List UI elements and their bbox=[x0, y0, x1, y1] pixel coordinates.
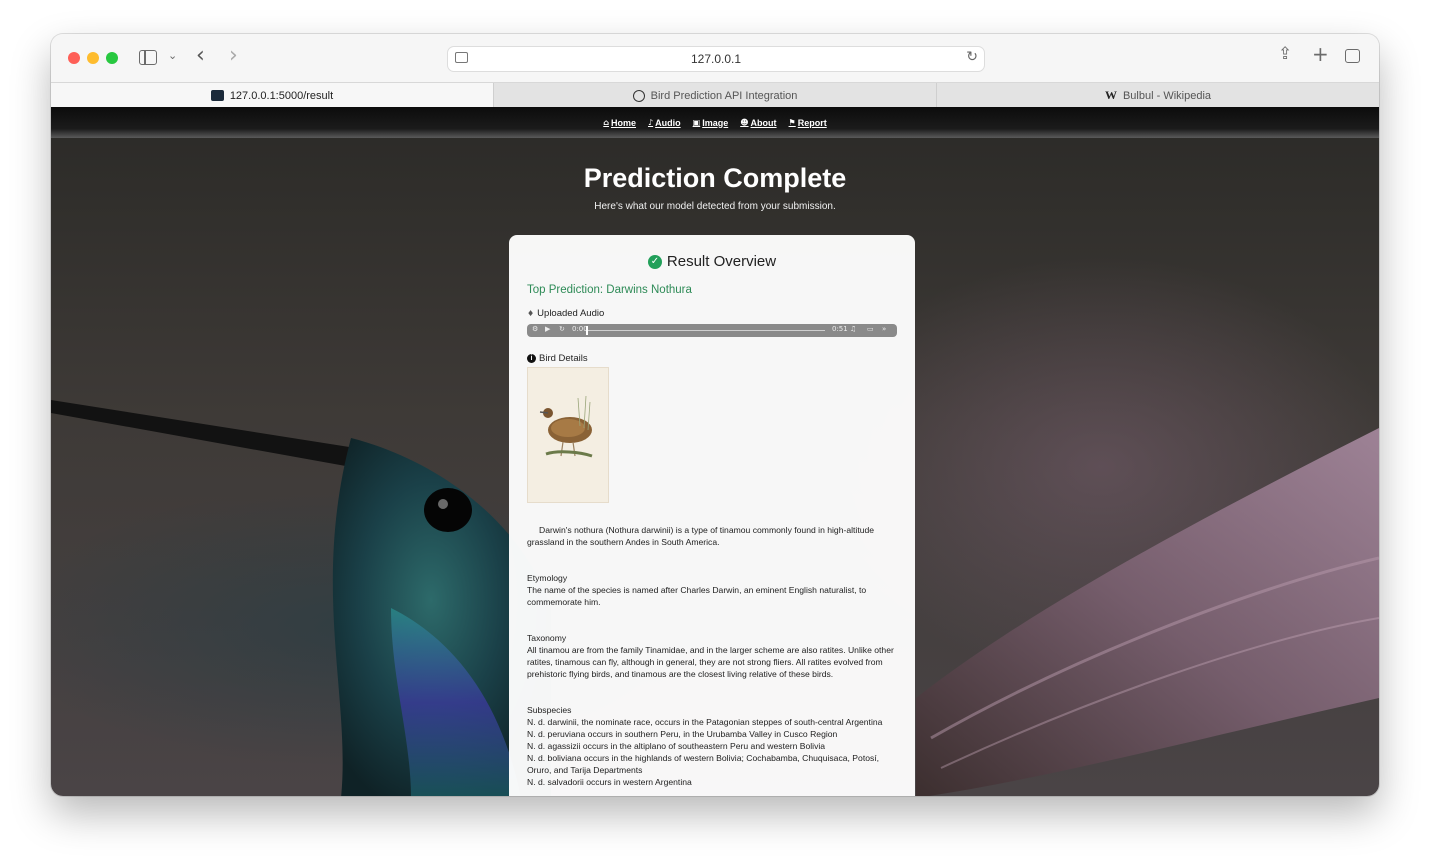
etymology-heading: Etymology bbox=[527, 573, 568, 583]
browser-toolbar: ⌄ ‹ › 127.0.0.1 ↻ ⇪ + bbox=[51, 34, 1379, 82]
home-icon: ⌂ bbox=[603, 118, 609, 127]
subspecies-item: N. d. peruviana occurs in southern Peru,… bbox=[527, 729, 838, 739]
audio-icon: ♦ bbox=[527, 309, 535, 318]
loop-icon[interactable]: ↻ bbox=[559, 325, 565, 333]
nav-about-link[interactable]: ☻ About bbox=[740, 118, 776, 128]
address-text: 127.0.0.1 bbox=[690, 52, 742, 66]
share-icon[interactable]: ⇪ bbox=[1278, 44, 1292, 64]
subspecies-item: N. d. salvadorii occurs in western Argen… bbox=[527, 777, 692, 787]
etymology-text: The name of the species is named after C… bbox=[527, 585, 867, 607]
forward-arrow-icon[interactable]: › bbox=[229, 43, 238, 68]
nav-report-link[interactable]: ⚑ Report bbox=[789, 118, 827, 128]
play-icon[interactable]: ▶ bbox=[545, 325, 550, 333]
info-icon: i bbox=[527, 354, 536, 363]
microphone-icon: ♪ bbox=[648, 118, 654, 127]
top-prediction: Top Prediction: Darwins Nothura bbox=[527, 284, 692, 296]
subspecies-item: N. d. darwinii, the nominate race, occur… bbox=[527, 717, 883, 727]
nav-home-link[interactable]: ⌂ Home bbox=[603, 118, 636, 128]
reload-icon[interactable]: ↻ bbox=[966, 49, 978, 65]
site-navbar: ⌂ Home ♪ Audio ▣ Image ☻ About ⚑ Report bbox=[51, 107, 1379, 138]
web-page: ⌂ Home ♪ Audio ▣ Image ☻ About ⚑ Report Predi… bbox=[51, 107, 1379, 796]
volume-icon[interactable]: ♫ bbox=[850, 325, 856, 333]
audio-progress-handle[interactable] bbox=[586, 326, 588, 335]
audio-player[interactable]: ⚙ ▶ ↻ 0:00 0:51 ♫ ▭ » bbox=[527, 324, 897, 337]
tab-overview-icon[interactable] bbox=[1341, 49, 1360, 67]
audio-progress-track[interactable] bbox=[585, 330, 825, 331]
result-overview-heading: ✓ Result Overview bbox=[527, 253, 897, 270]
address-bar[interactable]: 127.0.0.1 ↻ bbox=[447, 46, 985, 72]
uploaded-audio-label: ♦ Uploaded Audio bbox=[527, 308, 605, 319]
bird-intro-text: Darwin's nothura (Nothura darwinii) is a… bbox=[527, 525, 875, 547]
subspecies-item: N. d. boliviana occurs in the highlands … bbox=[527, 753, 880, 775]
settings-icon[interactable]: ⚙ bbox=[532, 325, 538, 333]
wikipedia-favicon-icon: W bbox=[1104, 88, 1117, 102]
sidebar-toggle-icon[interactable] bbox=[139, 50, 157, 65]
tab-strip: 127.0.0.1:5000/result Bird Prediction AP… bbox=[51, 82, 1379, 108]
tab-result[interactable]: 127.0.0.1:5000/result bbox=[51, 83, 493, 108]
duration-time: 0:51 bbox=[832, 325, 848, 333]
page-title: Prediction Complete bbox=[583, 163, 847, 193]
result-card[interactable]: ✓ Result Overview Top Prediction: Darwin… bbox=[509, 235, 915, 796]
chevron-down-icon[interactable]: ⌄ bbox=[168, 49, 177, 62]
taxonomy-heading: Taxonomy bbox=[527, 633, 567, 643]
flag-icon: ⚑ bbox=[788, 118, 796, 127]
image-icon: ▣ bbox=[692, 118, 701, 127]
back-arrow-icon[interactable]: ‹ bbox=[196, 43, 205, 68]
subspecies-heading: Subspecies bbox=[527, 705, 572, 715]
tab-label: Bulbul - Wikipedia bbox=[1122, 89, 1212, 102]
check-circle-icon: ✓ bbox=[647, 254, 662, 269]
tab-wikipedia[interactable]: W Bulbul - Wikipedia bbox=[936, 83, 1379, 108]
browser-window: ⌄ ‹ › 127.0.0.1 ↻ ⇪ + 127.0.0.1:5000/res… bbox=[51, 34, 1379, 796]
close-window-button[interactable] bbox=[68, 52, 80, 64]
tab-label: 127.0.0.1:5000/result bbox=[229, 89, 334, 102]
more-options-icon[interactable]: » bbox=[882, 325, 886, 333]
page-subtitle: Here's what our model detected from your… bbox=[594, 201, 836, 212]
users-icon: ☻ bbox=[740, 118, 749, 127]
minimize-window-button[interactable] bbox=[87, 52, 99, 64]
nav-audio-link[interactable]: ♪ Audio bbox=[648, 118, 681, 128]
nav-image-link[interactable]: ▣ Image bbox=[693, 118, 729, 128]
bird-illustration-image bbox=[527, 367, 609, 503]
bird-details-label: i Bird Details bbox=[527, 353, 897, 364]
tab-label: Bird Prediction API Integration bbox=[650, 89, 798, 102]
terminal-favicon-icon bbox=[210, 90, 224, 101]
zoom-window-button[interactable] bbox=[106, 52, 118, 64]
taxonomy-text: All tinamou are from the family Tinamida… bbox=[527, 645, 894, 679]
subspecies-item: N. d. agassizii occurs in the altiplano … bbox=[527, 741, 826, 751]
new-tab-icon[interactable]: + bbox=[1312, 42, 1329, 66]
openai-favicon-icon bbox=[632, 89, 645, 102]
tab-bird-prediction[interactable]: Bird Prediction API Integration bbox=[493, 83, 936, 108]
airplay-icon[interactable]: ▭ bbox=[867, 325, 874, 333]
